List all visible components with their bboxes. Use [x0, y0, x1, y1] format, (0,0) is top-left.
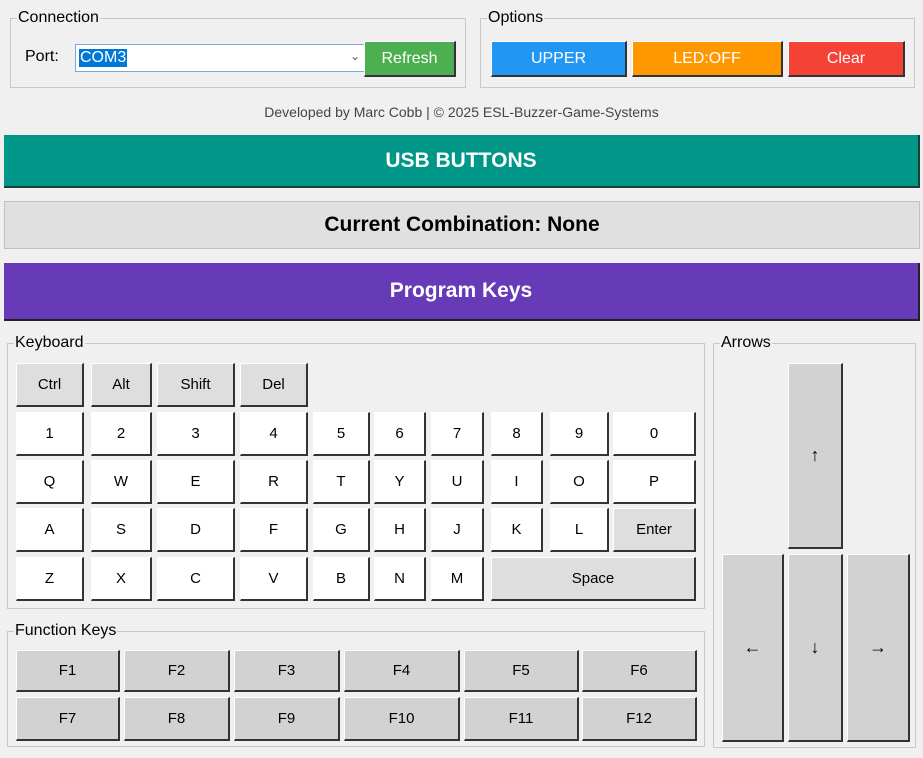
connection-group: Connection Port: COM3 ⌄ Refresh [10, 9, 466, 88]
key-button[interactable]: Z [16, 557, 84, 601]
modifier-key[interactable]: Shift [157, 363, 235, 407]
key-button[interactable]: S [91, 508, 152, 552]
key-button[interactable]: G [313, 508, 370, 552]
arrow-up-icon: ↑ [810, 445, 820, 465]
key-button[interactable]: 0 [613, 412, 696, 456]
port-label: Port: [25, 48, 59, 65]
upper-button[interactable]: UPPER [491, 41, 627, 77]
arrow-down-icon: ↓ [810, 637, 820, 657]
options-group: Options UPPER LED:OFF Clear [480, 9, 915, 88]
key-button[interactable]: Q [16, 460, 84, 504]
key-button[interactable]: B [313, 557, 370, 601]
key-button[interactable]: W [91, 460, 152, 504]
function-key[interactable]: F5 [464, 650, 579, 692]
key-button[interactable]: H [374, 508, 426, 552]
function-key[interactable]: F11 [464, 697, 579, 741]
key-button[interactable]: A [16, 508, 84, 552]
credits-text: Developed by Marc Cobb | © 2025 ESL-Buzz… [264, 104, 659, 120]
key-button[interactable]: 8 [491, 412, 543, 456]
key-button[interactable]: E [157, 460, 235, 504]
function-key[interactable]: F12 [582, 697, 697, 741]
arrow-left-icon: ← [743, 637, 762, 657]
key-button[interactable]: 5 [313, 412, 370, 456]
space-key[interactable]: Space [491, 557, 696, 601]
modifier-key[interactable]: Del [240, 363, 308, 407]
led-toggle-button[interactable]: LED:OFF [632, 41, 783, 77]
key-button[interactable]: M [431, 557, 484, 601]
function-key[interactable]: F9 [234, 697, 340, 741]
function-keys-group: Function Keys F1 F7 F2 F8 F3 F9 F4 F10 F5 F11 F6 F1… [7, 622, 705, 747]
key-button[interactable]: D [157, 508, 235, 552]
key-button[interactable]: O [550, 460, 609, 504]
key-button[interactable]: K [491, 508, 543, 552]
key-button[interactable]: N [374, 557, 426, 601]
key-button[interactable]: X [91, 557, 152, 601]
function-key[interactable]: F1 [16, 650, 120, 692]
key-button[interactable]: R [240, 460, 308, 504]
options-title: Options [487, 9, 545, 27]
key-button[interactable]: I [491, 460, 543, 504]
chevron-down-icon: ⌄ [349, 49, 360, 63]
arrows-group: Arrows ↑ ← ↓ → [713, 334, 916, 748]
usb-buttons-banner[interactable]: USB BUTTONS [4, 135, 920, 188]
function-key[interactable]: F3 [234, 650, 340, 692]
key-button[interactable]: P [613, 460, 696, 504]
key-button[interactable]: C [157, 557, 235, 601]
function-key[interactable]: F2 [124, 650, 230, 692]
key-button[interactable]: 7 [431, 412, 484, 456]
key-button[interactable]: 2 [91, 412, 152, 456]
arrows-title: Arrows [720, 334, 772, 352]
keyboard-group: Keyboard Ctrl Alt Shift Del 1 2 3 4 5 6 7 8 9 0 Q W E R T Y… [7, 334, 705, 609]
refresh-button[interactable]: Refresh [364, 41, 456, 77]
key-button[interactable]: 4 [240, 412, 308, 456]
arrow-up-button[interactable]: ↑ [788, 363, 843, 549]
function-key[interactable]: F6 [582, 650, 697, 692]
enter-key[interactable]: Enter [613, 508, 696, 552]
function-key[interactable]: F4 [344, 650, 460, 692]
arrow-right-icon: → [869, 637, 887, 657]
current-combination-display: Current Combination: None [4, 201, 920, 249]
key-button[interactable]: T [313, 460, 370, 504]
key-button[interactable]: U [431, 460, 484, 504]
clear-button[interactable]: Clear [788, 41, 905, 77]
key-button[interactable]: 9 [550, 412, 609, 456]
modifier-key[interactable]: Ctrl [16, 363, 84, 407]
key-button[interactable]: 1 [16, 412, 84, 456]
key-button[interactable]: Y [374, 460, 426, 504]
key-button[interactable]: 6 [374, 412, 426, 456]
arrow-left-button[interactable]: ← [722, 554, 784, 742]
port-select[interactable]: COM3 ⌄ [75, 44, 369, 72]
arrow-right-button[interactable]: → [847, 554, 910, 742]
key-button[interactable]: L [550, 508, 609, 552]
modifier-key[interactable]: Alt [91, 363, 152, 407]
port-select-value: COM3 [79, 49, 128, 67]
key-button[interactable]: J [431, 508, 484, 552]
keyboard-title: Keyboard [14, 334, 85, 352]
arrow-down-button[interactable]: ↓ [788, 554, 843, 742]
program-keys-button[interactable]: Program Keys [4, 263, 920, 321]
connection-title: Connection [17, 9, 100, 27]
key-button[interactable]: F [240, 508, 308, 552]
function-key[interactable]: F7 [16, 697, 120, 741]
key-button[interactable]: V [240, 557, 308, 601]
function-keys-title: Function Keys [14, 622, 118, 640]
function-key[interactable]: F8 [124, 697, 230, 741]
key-button[interactable]: 3 [157, 412, 235, 456]
function-key[interactable]: F10 [344, 697, 460, 741]
